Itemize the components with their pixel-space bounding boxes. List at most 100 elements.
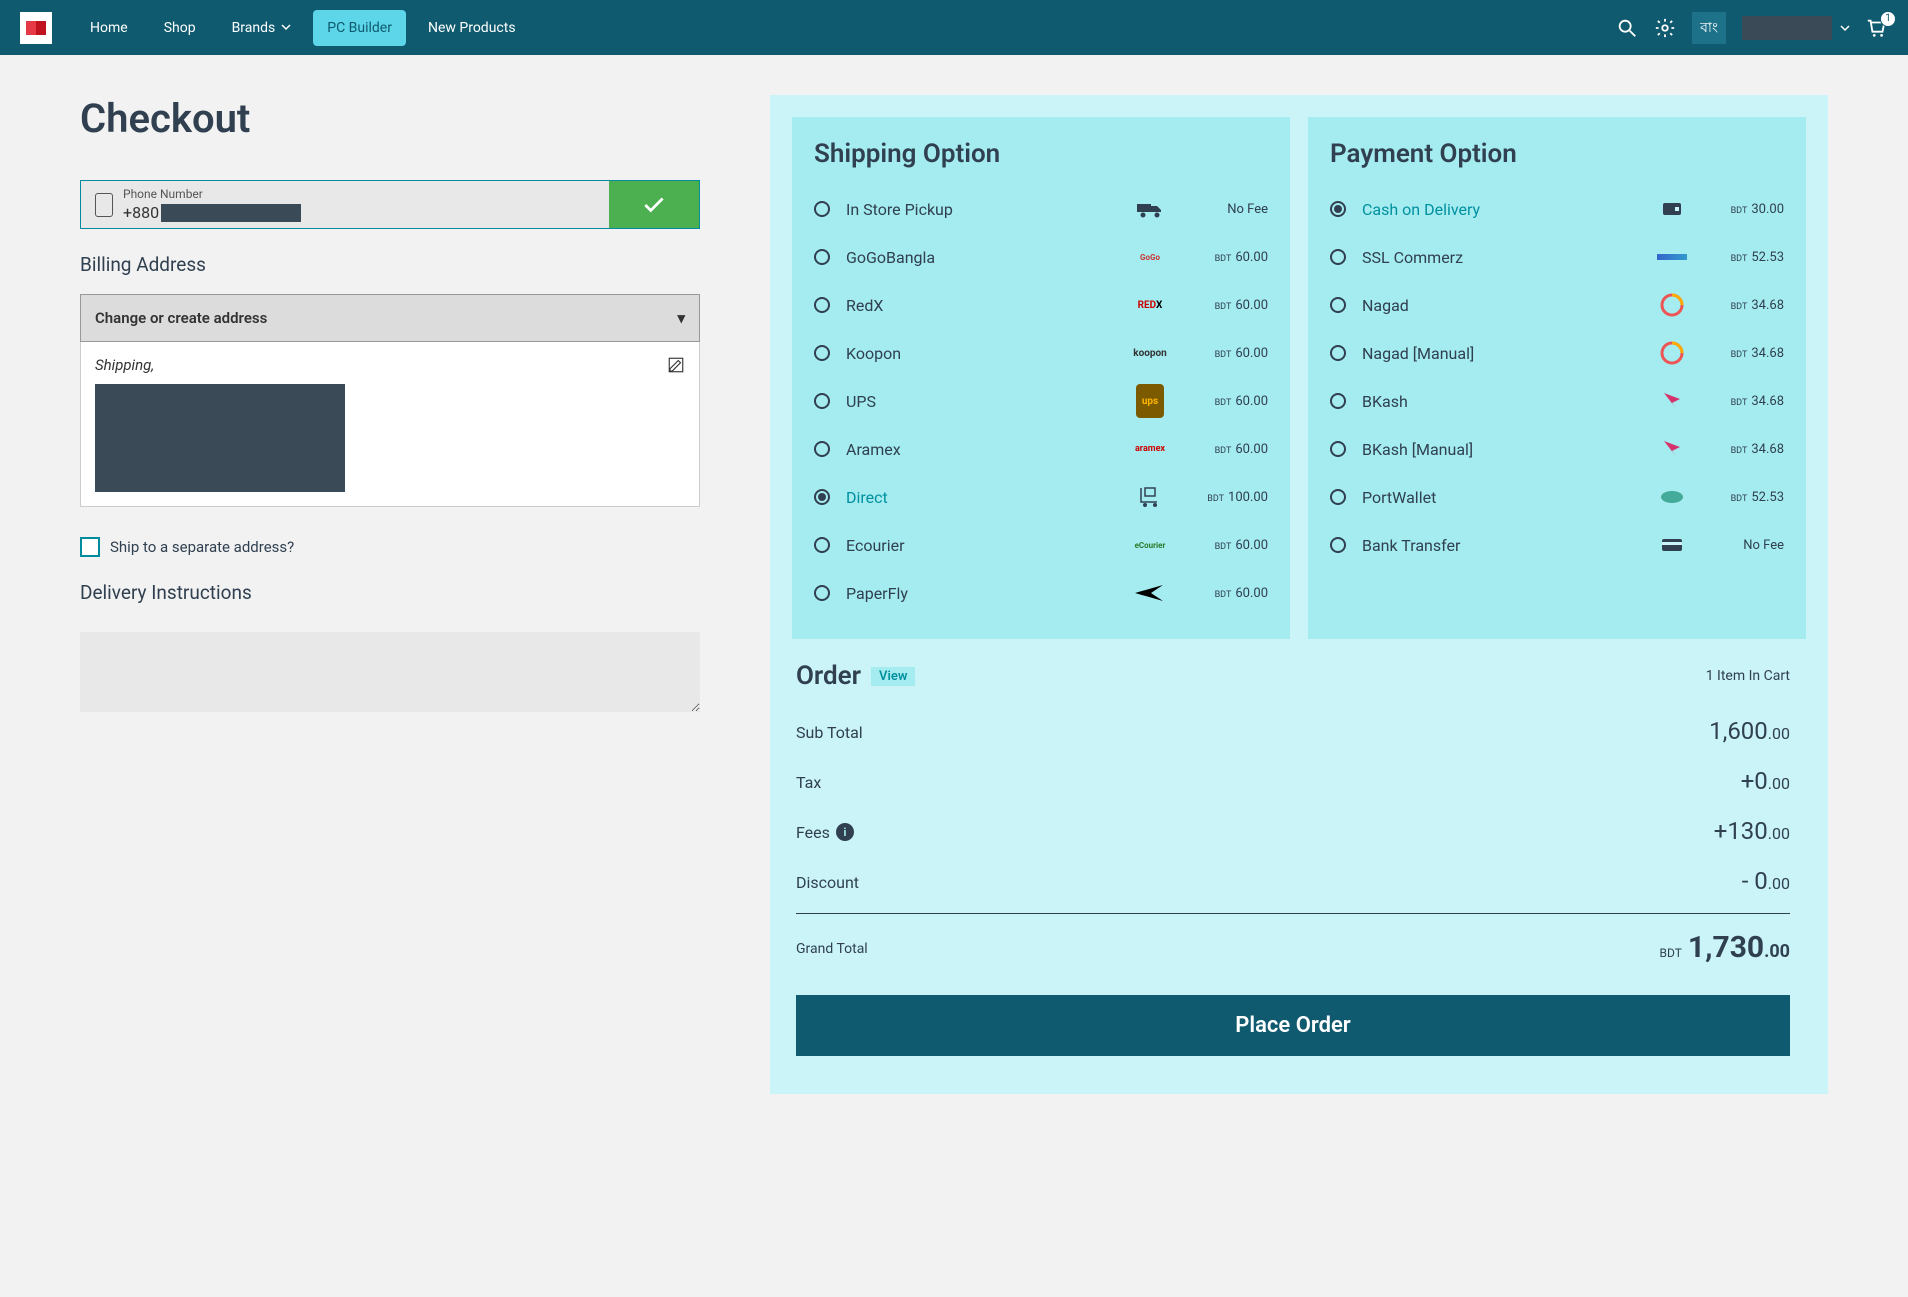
shipping-option[interactable]: PaperFlyBDT60.00 [814,569,1268,617]
shipping-option[interactable]: In Store PickupNo Fee [814,185,1268,233]
shipping-panel: Shipping Option In Store PickupNo FeeGoG… [792,117,1290,639]
payment-option[interactable]: Bank TransferNo Fee [1330,521,1784,569]
address-selector-label: Change or create address [95,309,267,327]
radio-button[interactable] [814,537,830,553]
ship-separate-label: Ship to a separate address? [110,538,294,556]
nav-brands[interactable]: Brands [218,10,306,46]
radio-button[interactable] [814,441,830,457]
subtotal-value: 1,600.00 [1709,717,1790,747]
radio-button[interactable] [814,201,830,217]
subtotal-label: Sub Total [796,723,863,742]
shipping-option[interactable]: AramexaramexBDT60.00 [814,425,1268,473]
radio-button[interactable] [1330,393,1346,409]
order-view-button[interactable]: View [871,667,915,686]
payment-option[interactable]: NagadBDT34.68 [1330,281,1784,329]
logo[interactable] [20,12,52,44]
shipping-option[interactable]: EcouriereCourierBDT60.00 [814,521,1268,569]
radio-button[interactable] [1330,249,1346,265]
shipping-option[interactable]: DirectBDT100.00 [814,473,1268,521]
grand-total-value: BDT1,730.00 [1660,930,1790,967]
radio-button[interactable] [1330,345,1346,361]
radio-button[interactable] [1330,537,1346,553]
shipping-option[interactable]: RedXREDXBDT60.00 [814,281,1268,329]
fees-info-icon[interactable]: i [836,823,854,841]
radio-button[interactable] [814,585,830,601]
radio-button[interactable] [1330,441,1346,457]
radio-button[interactable] [814,393,830,409]
shipping-fee: BDT60.00 [1188,346,1268,361]
payment-label: PortWallet [1362,488,1642,507]
shipping-option[interactable]: UPS ups BDT60.00 [814,377,1268,425]
paperfly-icon [1130,581,1170,605]
caret-down-icon: ▾ [677,309,685,327]
delivery-instructions-input[interactable] [80,632,700,712]
phone-label: Phone Number [123,187,301,201]
search-icon[interactable] [1616,17,1638,39]
discount-value: - 0.00 [1742,867,1790,897]
cart-button[interactable]: 1 [1866,17,1888,39]
billing-heading: Billing Address [80,253,700,276]
payment-label: SSL Commerz [1362,248,1642,267]
shipping-fee: BDT60.00 [1188,538,1268,553]
radio-button[interactable] [1330,201,1346,217]
fees-value: +130.00 [1714,817,1790,847]
nav-brands-label: Brands [232,20,276,36]
radio-button[interactable] [814,345,830,361]
place-order-button[interactable]: Place Order [796,995,1790,1056]
order-separator [796,913,1790,914]
shipping-fee: BDT60.00 [1188,394,1268,409]
shipping-label: UPS [846,392,1120,411]
trolley-icon [1130,485,1170,509]
grand-total-label: Grand Total [796,941,868,957]
radio-button[interactable] [814,297,830,313]
address-selector[interactable]: Change or create address ▾ [80,294,700,342]
payment-option[interactable]: Cash on DeliveryBDT30.00 [1330,185,1784,233]
phone-number-redacted [161,204,301,222]
language-toggle[interactable]: বাং [1692,12,1726,44]
header-right: বাং 1 [1616,12,1888,44]
shipping-label: RedX [846,296,1120,315]
nav-shop[interactable]: Shop [150,10,210,46]
payment-fee: BDT52.53 [1694,490,1784,505]
nav: Home Shop Brands PC Builder New Products [76,10,530,46]
ups-icon: ups [1130,389,1170,413]
payment-fee: BDT34.68 [1694,442,1784,457]
payment-label: BKash [1362,392,1642,411]
edit-address-icon[interactable] [667,356,685,374]
gear-icon[interactable] [1654,17,1676,39]
radio-button[interactable] [1330,489,1346,505]
payment-option[interactable]: BKash BDT34.68 [1330,377,1784,425]
user-menu[interactable] [1742,16,1850,40]
radio-button[interactable] [1330,297,1346,313]
radio-button[interactable] [814,489,830,505]
payment-option[interactable]: SSL CommerzBDT52.53 [1330,233,1784,281]
phone-confirm-button[interactable] [609,181,699,228]
nav-pc-builder[interactable]: PC Builder [313,10,406,46]
nagad-icon [1652,341,1692,365]
nav-home[interactable]: Home [76,10,142,46]
options-row: Shipping Option In Store PickupNo FeeGoG… [792,117,1806,639]
ship-separate-checkbox[interactable] [80,537,100,557]
shipping-option[interactable]: KooponkooponBDT60.00 [814,329,1268,377]
shipping-option[interactable]: GoGoBanglaGoGoBDT60.00 [814,233,1268,281]
header: Home Shop Brands PC Builder New Products… [0,0,1908,55]
payment-option[interactable]: PortWallet BDT52.53 [1330,473,1784,521]
check-icon [641,192,667,218]
payment-option[interactable]: BKash [Manual]BDT34.68 [1330,425,1784,473]
payment-fee: BDT34.68 [1694,298,1784,313]
delivery-heading: Delivery Instructions [80,581,700,604]
address-redacted [95,384,345,492]
phone-input-box[interactable]: Phone Number +880 [81,181,609,228]
bkash-icon [1652,437,1692,461]
payment-option[interactable]: Nagad [Manual] BDT34.68 [1330,329,1784,377]
payment-title: Payment Option [1330,139,1784,169]
payment-fee: BDT34.68 [1694,394,1784,409]
payment-fee: BDT34.68 [1694,346,1784,361]
nagad-icon [1652,293,1692,317]
radio-button[interactable] [814,249,830,265]
payment-label: Nagad [Manual] [1362,344,1642,363]
nav-new-products[interactable]: New Products [414,10,530,46]
wallet-icon [1652,197,1692,221]
order-summary: Order View 1 Item In Cart Sub Total 1,60… [792,657,1806,1072]
payment-panel: Payment Option Cash on DeliveryBDT30.00S… [1308,117,1806,639]
